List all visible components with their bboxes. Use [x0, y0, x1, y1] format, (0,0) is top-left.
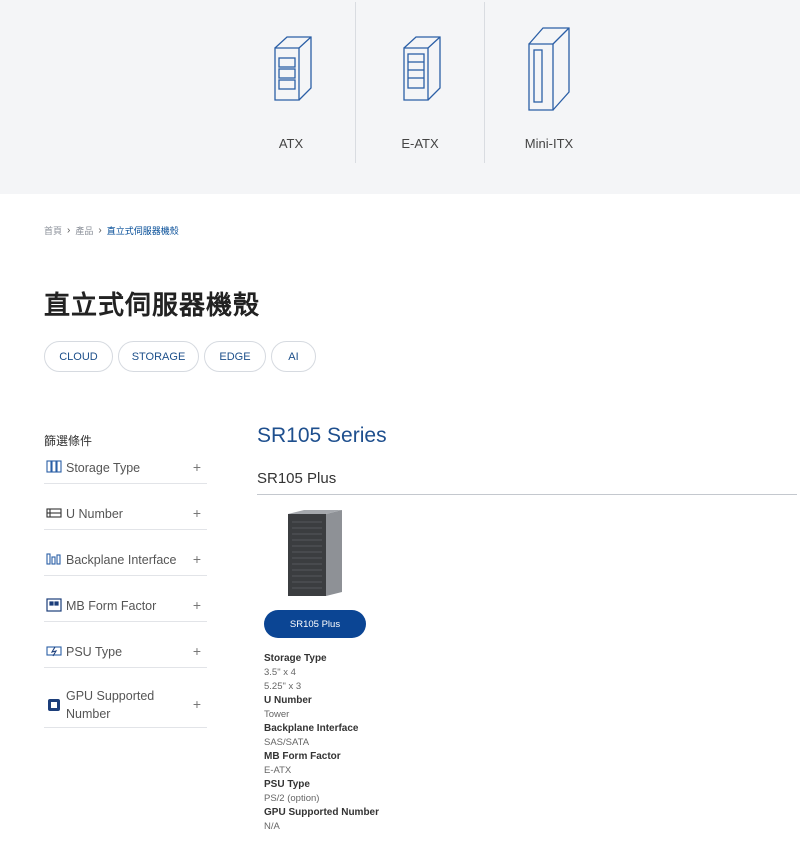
- psu-icon: [46, 646, 62, 657]
- divider: [257, 494, 797, 495]
- filter-label: U Number: [66, 507, 123, 521]
- spec-label: Storage Type: [264, 653, 327, 664]
- spec-value: E-ATX: [264, 765, 292, 776]
- storage-type-icon: [46, 460, 62, 473]
- chevron-right-icon: ›: [67, 225, 71, 236]
- spec-label: MB Form Factor: [264, 751, 341, 762]
- filter-psu-type[interactable]: PSU Type +: [44, 641, 207, 668]
- filter-label: GPU Supported Number: [66, 689, 155, 721]
- page-title: 直立式伺服器機殼: [44, 291, 261, 321]
- filter-label: Backplane Interface: [66, 553, 177, 567]
- filter-label: Storage Type: [66, 461, 141, 475]
- breadcrumb: 首頁 › 產品 › 直立式伺服器機殼: [44, 224, 179, 237]
- u-number-icon: [46, 508, 62, 518]
- breadcrumb-current[interactable]: 直立式伺服器機殼: [107, 224, 179, 237]
- form-factor-eatx[interactable]: E-ATX: [356, 0, 484, 163]
- breadcrumb-products[interactable]: 產品: [75, 224, 93, 237]
- form-factor-band: ATX E-ATX Mini-ITX: [0, 0, 800, 194]
- spec-label: GPU Supported Number: [264, 807, 380, 818]
- category-edge-button[interactable]: EDGE: [204, 341, 266, 372]
- form-factor-label: Mini-ITX: [524, 136, 574, 151]
- category-storage-button[interactable]: STORAGE: [118, 341, 199, 372]
- form-factor-mini-itx[interactable]: Mini-ITX: [485, 0, 613, 163]
- backplane-icon: [46, 553, 61, 565]
- spec-label: PSU Type: [264, 779, 310, 790]
- product-name: SR105 Plus: [257, 470, 337, 487]
- series-title: SR105 Series: [257, 424, 387, 447]
- filter-title: 篩選條件: [44, 434, 93, 448]
- spec-value: PS/2 (option): [264, 793, 320, 804]
- spec-label: U Number: [264, 695, 312, 706]
- plus-icon[interactable]: +: [193, 597, 201, 613]
- plus-icon[interactable]: +: [193, 696, 201, 712]
- category-ai-button[interactable]: AI: [271, 341, 316, 372]
- gpu-icon: [48, 699, 60, 711]
- plus-icon[interactable]: +: [193, 551, 201, 567]
- spec-value: 3.5" x 4: [264, 667, 296, 678]
- form-factor-label: ATX: [278, 136, 304, 151]
- product-image[interactable]: [286, 508, 344, 598]
- product-sr105-plus-button[interactable]: SR105 Plus: [264, 610, 366, 638]
- filter-mb-form-factor[interactable]: MB Form Factor +: [44, 595, 207, 622]
- breadcrumb-home[interactable]: 首頁: [44, 224, 62, 237]
- mb-form-factor-icon: [46, 598, 62, 612]
- chevron-right-icon: ›: [98, 225, 102, 236]
- product-specs: Storage Type 3.5" x 4 5.25" x 3 U Number…: [264, 652, 394, 834]
- plus-icon[interactable]: +: [193, 459, 201, 475]
- form-factor-label: E-ATX: [401, 136, 439, 151]
- spec-value: SAS/SATA: [264, 737, 310, 748]
- filter-u-number[interactable]: U Number +: [44, 503, 207, 530]
- spec-value: 5.25" x 3: [264, 681, 302, 692]
- eatx-case-icon: [356, 24, 484, 114]
- plus-icon[interactable]: +: [193, 505, 201, 521]
- plus-icon[interactable]: +: [193, 643, 201, 659]
- filter-storage-type[interactable]: Storage Type +: [44, 457, 207, 484]
- spec-label: Backplane Interface: [264, 723, 359, 734]
- mini-itx-case-icon: [485, 24, 613, 114]
- category-cloud-button[interactable]: CLOUD: [44, 341, 113, 372]
- filter-label: MB Form Factor: [66, 599, 157, 613]
- spec-value: Tower: [264, 709, 290, 720]
- filter-backplane-interface[interactable]: Backplane Interface +: [44, 549, 207, 576]
- filter-label: PSU Type: [66, 645, 123, 659]
- spec-value: N/A: [264, 821, 280, 832]
- atx-case-icon: [227, 24, 355, 114]
- filter-gpu-supported-number[interactable]: GPU Supported Number +: [44, 687, 207, 728]
- form-factor-atx[interactable]: ATX: [227, 0, 355, 163]
